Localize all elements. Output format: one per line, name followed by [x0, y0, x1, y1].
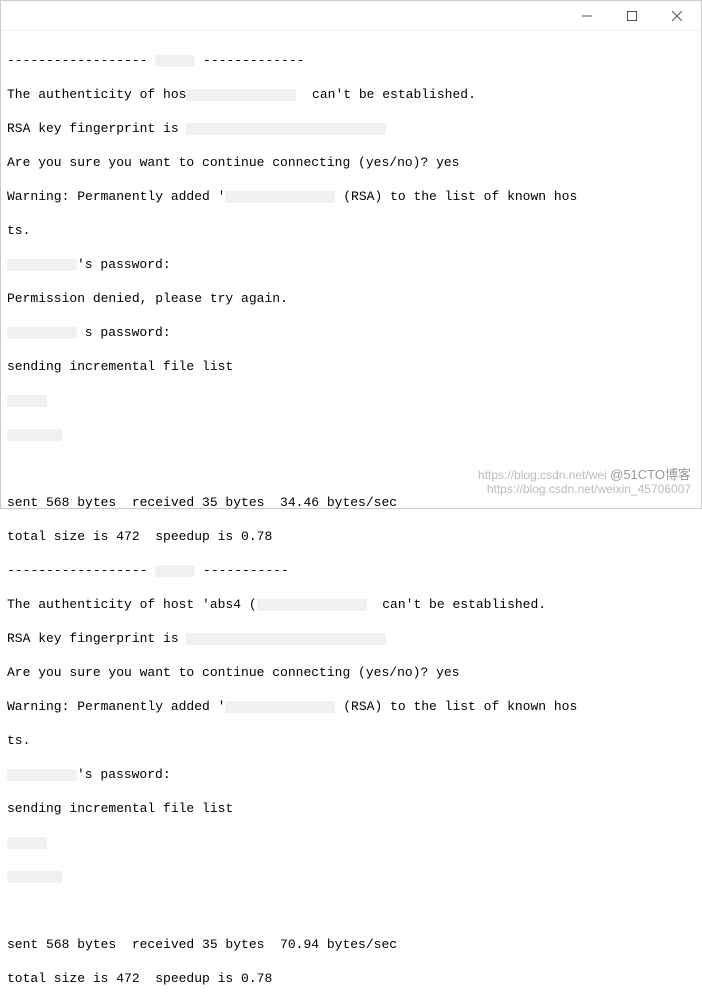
warning-line: Warning: Permanently added ' (RSA) to th…	[7, 188, 695, 205]
divider-line: ------------------ -------------	[7, 52, 695, 69]
terminal-output[interactable]: ------------------ ------------- The aut…	[1, 31, 701, 1008]
denied-line: Permission denied, please try again.	[7, 290, 695, 307]
auth-line: The authenticity of hos can't be establi…	[7, 86, 695, 103]
divider-line: ------------------ -----------	[7, 562, 695, 579]
warning-cont: ts.	[7, 732, 695, 749]
redacted-line	[7, 392, 695, 409]
redacted-line	[7, 834, 695, 851]
confirm-line: Are you sure you want to continue connec…	[7, 664, 695, 681]
auth-line: The authenticity of host 'abs4 ( can't b…	[7, 596, 695, 613]
blank-line	[7, 460, 695, 477]
password-prompt: s password:	[7, 324, 695, 341]
warning-line: Warning: Permanently added ' (RSA) to th…	[7, 698, 695, 715]
warning-cont: ts.	[7, 222, 695, 239]
sent-stats: sent 568 bytes received 35 bytes 34.46 b…	[7, 494, 695, 511]
redacted-line	[7, 426, 695, 443]
window-titlebar	[1, 1, 701, 31]
redacted-line	[7, 868, 695, 885]
sending-line: sending incremental file list	[7, 358, 695, 375]
confirm-line: Are you sure you want to continue connec…	[7, 154, 695, 171]
total-stats: total size is 472 speedup is 0.78	[7, 528, 695, 545]
rsa-line: RSA key fingerprint is	[7, 630, 695, 647]
password-prompt: 's password:	[7, 766, 695, 783]
maximize-button[interactable]	[609, 1, 654, 30]
minimize-button[interactable]	[564, 1, 609, 30]
password-prompt: 's password:	[7, 256, 695, 273]
sending-line: sending incremental file list	[7, 800, 695, 817]
sent-stats: sent 568 bytes received 35 bytes 70.94 b…	[7, 936, 695, 953]
blank-line	[7, 902, 695, 919]
rsa-line: RSA key fingerprint is	[7, 120, 695, 137]
close-button[interactable]	[654, 1, 699, 30]
total-stats: total size is 472 speedup is 0.78	[7, 970, 695, 987]
